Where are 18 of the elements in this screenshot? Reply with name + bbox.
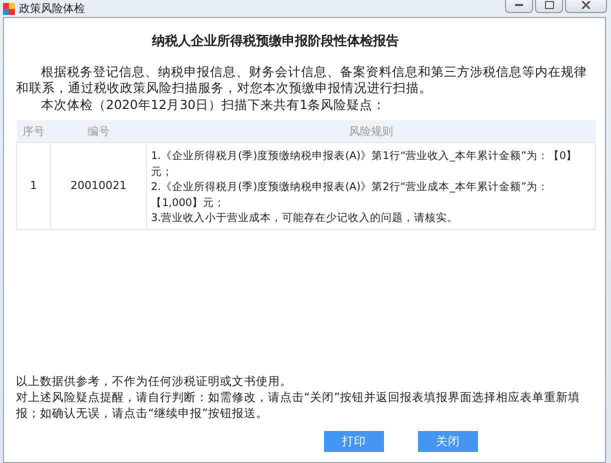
app-icon [3,2,15,14]
column-header: 序号 [16,120,50,142]
dialog-button[interactable]: 打印 [324,431,384,452]
window-title: 政策风险体检 [19,1,85,16]
report-title: 纳税人企业所得税预缴申报阶段性体检报告 [150,32,400,50]
minimize-icon[interactable] [505,0,533,13]
note-text: 对上述风险疑点提醒，请自行判断：如需修改，请点击“关闭”按钮并返回报表填报界面选择相应表单重新填报；如确认无误，请点击“继续申报”按钮报送。 [16,389,581,421]
maximize-icon[interactable] [535,0,563,13]
table-cell: 1.《企业所得税月(季)度预缴纳税申报表(A)》第1行“营业收入_本年累计金额”为：【0】元； 2.《企业所得税月(季)度预缴纳税申报表(A)》第2行“营业成本_本年累计金额”为：【1,000】元； 3.营业收入小于营业成本，可能存在少记收入的问题，请核实。 [146,142,596,229]
summary-text: 本次体检（2020年12月30日）扫描下来共有1条风险疑点： [40,97,387,113]
dialog-button[interactable]: 关闭 [418,431,478,452]
column-header: 编号 [50,120,146,142]
column-header: 风险规则 [146,120,596,142]
table-cell: 1 [16,142,50,229]
table-cell: 20010021 [50,142,146,229]
close-icon[interactable] [565,0,607,13]
intro-text: 根据税务登记信息、纳税申报信息、财务会计信息、备案资料信息和第三方涉税信息等内在规律和联系，通过税收政策风险扫描服务，对您本次预缴申报情况进行扫描。 [16,64,588,96]
note-text: 以上数据供参考，不作为任何涉税证明或文书使用。 [16,373,293,389]
